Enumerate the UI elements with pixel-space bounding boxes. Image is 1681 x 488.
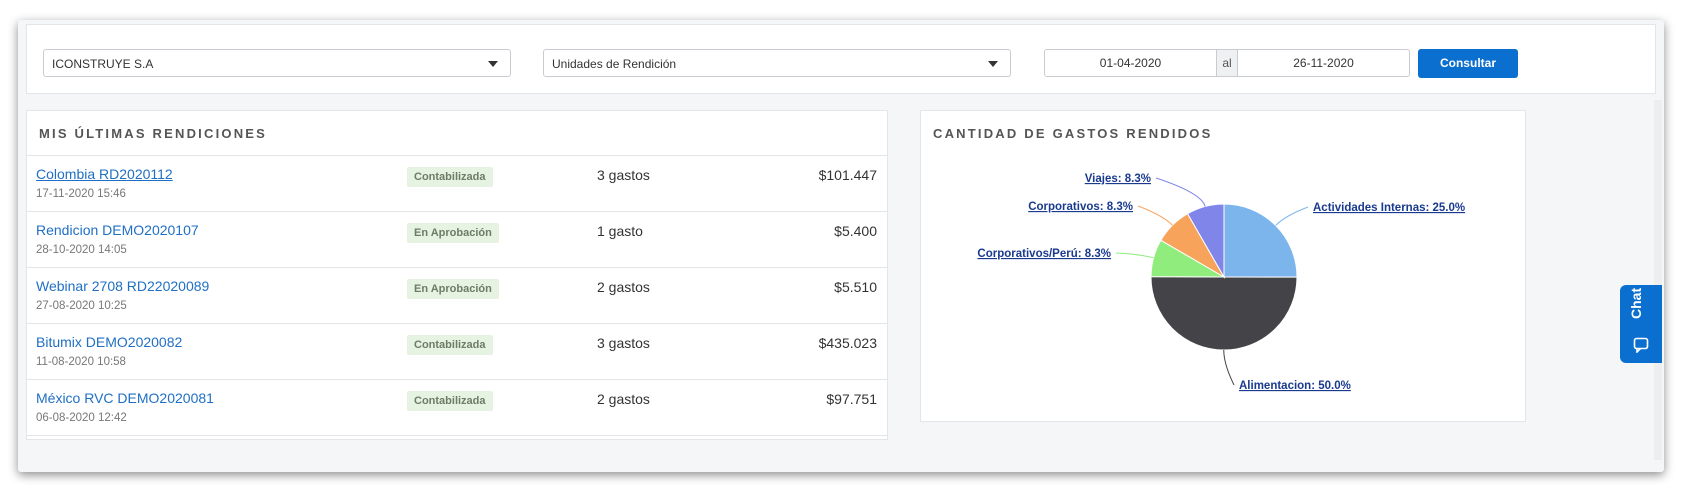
company-select-value: ICONSTRUYE S.A (52, 57, 154, 71)
gastos-count: 3 gastos (597, 167, 650, 183)
rendicion-amount: $101.447 (818, 167, 877, 183)
rendiciones-list: Colombia RD2020112 17-11-2020 15:46 Cont… (27, 155, 887, 436)
rendicion-link[interactable]: Rendicion DEMO2020107 (36, 222, 199, 238)
chevron-down-icon (988, 61, 998, 67)
rendicion-date: 17-11-2020 15:46 (36, 188, 126, 200)
scrollbar[interactable] (1654, 100, 1662, 460)
filter-bar: ICONSTRUYE S.A Unidades de Rendición 01-… (26, 24, 1656, 94)
rendicion-amount: $435.023 (818, 335, 877, 351)
chat-icon (1633, 337, 1649, 353)
rendicion-link[interactable]: México RVC DEMO2020081 (36, 390, 214, 406)
chevron-down-icon (488, 61, 498, 67)
pie-connector (1155, 177, 1206, 207)
pie-connector (1223, 349, 1235, 386)
rendicion-amount: $5.510 (834, 279, 877, 295)
pie-label[interactable]: Alimentacion: 50.0% (1239, 380, 1351, 392)
rendicion-link[interactable]: Webinar 2708 RD22020089 (36, 278, 209, 294)
pie-label[interactable]: Viajes: 8.3% (1085, 173, 1151, 185)
pie-label[interactable]: Corporativos/Perú: 8.3% (977, 248, 1111, 260)
pie-slice[interactable] (1150, 276, 1298, 351)
list-item: Colombia RD2020112 17-11-2020 15:46 Cont… (27, 156, 887, 212)
rendicion-link[interactable]: Colombia RD2020112 (36, 166, 173, 182)
rendicion-date: 27-08-2020 10:25 (36, 300, 127, 312)
gastos-panel: CANTIDAD DE GASTOS RENDIDOS Actividades … (920, 110, 1526, 422)
chat-label: Chat (1628, 287, 1644, 319)
rendicion-amount: $97.751 (826, 391, 877, 407)
status-badge: En Aprobación (407, 279, 499, 299)
list-item: México RVC DEMO2020081 06-08-2020 12:42 … (27, 380, 887, 436)
pie-connector (1115, 252, 1154, 259)
status-badge: Contabilizada (407, 335, 493, 355)
gastos-count: 3 gastos (597, 335, 650, 351)
list-item: Bitumix DEMO2020082 11-08-2020 10:58 Con… (27, 324, 887, 380)
rendiciones-panel: MIS ÚLTIMAS RENDICIONES Colombia RD20201… (26, 110, 888, 440)
pie-chart: Actividades Internas: 25.0% Alimentacion:… (977, 173, 1465, 392)
pie-slice[interactable] (1223, 203, 1298, 278)
consultar-button[interactable]: Consultar (1418, 49, 1518, 78)
gastos-count: 2 gastos (597, 391, 650, 407)
list-item: Webinar 2708 RD22020089 27-08-2020 10:25… (27, 268, 887, 324)
rendicion-date: 11-08-2020 10:58 (36, 356, 126, 368)
pie-label[interactable]: Actividades Internas: 25.0% (1313, 202, 1465, 214)
list-item: Rendicion DEMO2020107 28-10-2020 14:05 E… (27, 212, 887, 268)
status-badge: Contabilizada (407, 167, 493, 187)
pie-connector (1275, 206, 1309, 226)
units-select[interactable]: Unidades de Rendición (543, 49, 1011, 77)
gastos-count: 2 gastos (597, 279, 650, 295)
status-badge: En Aprobación (407, 223, 499, 243)
company-select[interactable]: ICONSTRUYE S.A (43, 49, 511, 77)
rendicion-amount: $5.400 (834, 223, 877, 239)
dashboard-frame: ICONSTRUYE S.A Unidades de Rendición 01-… (18, 20, 1664, 472)
date-range-separator: al (1216, 50, 1238, 76)
gastos-count: 1 gasto (597, 223, 643, 239)
pie-label[interactable]: Corporativos: 8.3% (1028, 201, 1133, 213)
rendicion-date: 28-10-2020 14:05 (36, 244, 127, 256)
chat-button[interactable]: Chat (1620, 285, 1662, 363)
rendicion-date: 06-08-2020 12:42 (36, 412, 127, 424)
units-select-value: Unidades de Rendición (552, 57, 677, 71)
rendiciones-title: MIS ÚLTIMAS RENDICIONES (39, 126, 268, 141)
date-range: 01-04-2020 al 26-11-2020 (1044, 49, 1410, 77)
rendicion-link[interactable]: Bitumix DEMO2020082 (36, 334, 182, 350)
pie-connector (1137, 205, 1173, 226)
status-badge: Contabilizada (407, 391, 493, 411)
date-from-input[interactable]: 01-04-2020 (1045, 50, 1216, 76)
date-to-input[interactable]: 26-11-2020 (1238, 50, 1409, 76)
